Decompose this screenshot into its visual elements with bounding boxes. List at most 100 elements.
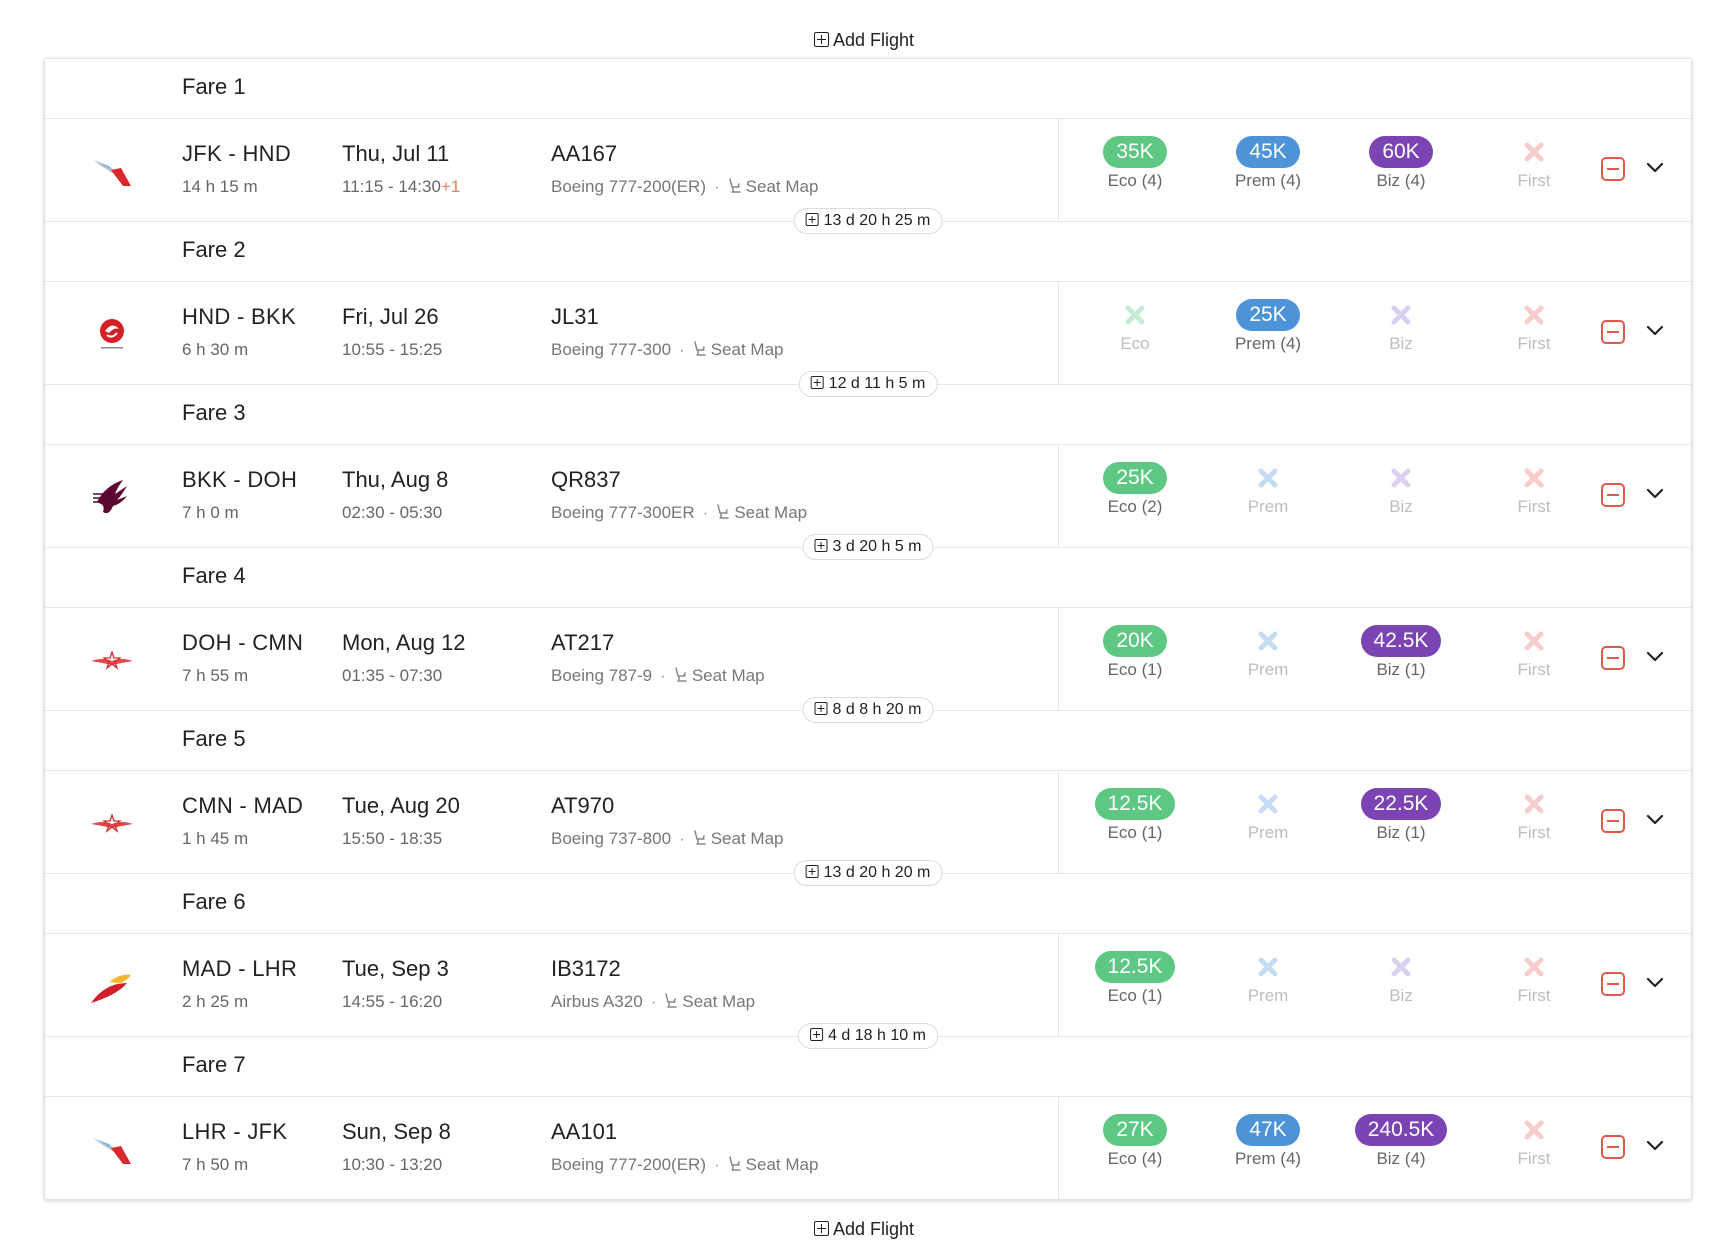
cabin-first: First — [1474, 788, 1594, 843]
separator-dot: · — [650, 992, 657, 1011]
price-pill[interactable]: 22.5K — [1360, 788, 1442, 820]
chevron-down-icon[interactable] — [1646, 324, 1664, 338]
layover-gap-button[interactable]: 13 d 20 h 20 m — [793, 860, 943, 886]
seat-icon — [674, 667, 688, 688]
unavailable-x-icon — [1474, 788, 1594, 820]
cabin-eco[interactable]: 25K Eco (2) — [1075, 462, 1195, 517]
chevron-down-icon[interactable] — [1646, 976, 1664, 990]
cabin-biz[interactable]: 60K Biz (4) — [1341, 136, 1461, 191]
seat-map-link[interactable]: Seat Map — [728, 1155, 819, 1174]
price-pill[interactable]: 27K — [1103, 1114, 1167, 1146]
price-pill[interactable]: 35K — [1103, 136, 1167, 168]
flight-number: AA167 — [551, 141, 618, 166]
price-pill[interactable]: 240.5K — [1354, 1114, 1448, 1146]
seat-icon — [664, 993, 678, 1014]
cabin-first: First — [1474, 951, 1594, 1006]
unavailable-x-icon — [1474, 1114, 1594, 1146]
cabin-eco[interactable]: 27K Eco (4) — [1075, 1114, 1195, 1169]
column-divider — [1058, 445, 1059, 547]
separator-dot: · — [713, 177, 720, 196]
chevron-down-icon[interactable] — [1646, 487, 1664, 501]
seat-map-link[interactable]: Seat Map — [728, 177, 818, 196]
price-pill[interactable]: 60K — [1369, 136, 1433, 168]
cabin-label: Prem — [1247, 823, 1289, 842]
flight-date: Thu, Jul 11 — [342, 141, 450, 166]
layover-gap-button[interactable]: 8 d 8 h 20 m — [802, 697, 934, 723]
price-pill[interactable]: 42.5K — [1360, 625, 1442, 657]
column-divider — [1058, 1097, 1059, 1199]
flight-times: 10:30 - 13:20 — [342, 1155, 442, 1175]
price-pill[interactable]: 45K — [1236, 136, 1300, 168]
price-pill[interactable]: 47K — [1236, 1114, 1300, 1146]
add-flight-top-button[interactable]: Add Flight — [0, 30, 1728, 51]
remove-flight-button[interactable] — [1601, 972, 1625, 996]
layover-gap-button[interactable]: 13 d 20 h 25 m — [793, 208, 943, 234]
cabin-eco[interactable]: 35K Eco (4) — [1075, 136, 1195, 191]
flight-date: Sun, Sep 8 — [342, 1119, 451, 1144]
cabin-label: Eco (1) — [1107, 660, 1163, 679]
seat-icon — [693, 830, 707, 851]
fare-label: Fare 6 — [182, 889, 246, 914]
price-pill[interactable]: 25K — [1236, 299, 1300, 331]
column-divider — [1058, 934, 1059, 1036]
chevron-down-icon[interactable] — [1646, 650, 1664, 664]
remove-flight-button[interactable] — [1601, 157, 1625, 181]
cabin-label: Prem — [1247, 986, 1289, 1005]
seat-map-label: Seat Map — [745, 1155, 819, 1174]
remove-flight-button[interactable] — [1601, 483, 1625, 507]
remove-flight-button[interactable] — [1601, 1135, 1625, 1159]
remove-flight-button[interactable] — [1601, 809, 1625, 833]
separator-dot: · — [679, 340, 685, 359]
cabin-eco[interactable]: 12.5K Eco (1) — [1075, 788, 1195, 843]
cabin-first: First — [1474, 625, 1594, 680]
layover-gap-button[interactable]: 4 d 18 h 10 m — [798, 1023, 938, 1049]
layover-gap-label: 12 d 11 h 5 m — [828, 375, 926, 392]
cabin-biz: Biz — [1341, 462, 1461, 517]
qatar-airways-logo — [87, 472, 137, 522]
aircraft-info: Boeing 737-800 · Seat Map — [551, 829, 783, 851]
cabin-biz[interactable]: 240.5K Biz (4) — [1341, 1114, 1461, 1169]
cabin-eco: Eco — [1075, 299, 1195, 354]
cabin-label: Biz — [1389, 497, 1413, 516]
cabin-label: Eco (4) — [1107, 171, 1163, 190]
aircraft-type: Boeing 737-800 — [551, 829, 672, 848]
seat-icon — [716, 504, 730, 525]
cabin-label: Biz — [1389, 986, 1413, 1005]
layover-gap-label: 3 d 20 h 5 m — [832, 538, 922, 555]
seat-map-link[interactable]: Seat Map — [674, 666, 765, 685]
layover-gap-label: 13 d 20 h 25 m — [823, 212, 931, 229]
departure-arrival-times: 10:30 - 13:20 — [342, 1155, 443, 1174]
price-pill[interactable]: 12.5K — [1094, 951, 1176, 983]
seat-map-link[interactable]: Seat Map — [664, 992, 755, 1011]
cabin-prem[interactable]: 47K Prem (4) — [1208, 1114, 1328, 1169]
price-pill[interactable]: 20K — [1103, 625, 1167, 657]
seat-map-link[interactable]: Seat Map — [716, 503, 807, 522]
departure-arrival-times: 02:30 - 05:30 — [342, 503, 443, 522]
cabin-eco[interactable]: 12.5K Eco (1) — [1075, 951, 1195, 1006]
chevron-down-icon[interactable] — [1646, 813, 1664, 827]
fare-label: Fare 4 — [182, 563, 246, 588]
cabin-eco[interactable]: 20K Eco (1) — [1075, 625, 1195, 680]
route: DOH - CMN — [182, 630, 304, 655]
flight-duration: 1 h 45 m — [182, 829, 249, 848]
price-pill[interactable]: 25K — [1103, 462, 1167, 494]
fare-label: Fare 3 — [182, 400, 246, 425]
price-pill[interactable]: 12.5K — [1094, 788, 1176, 820]
cabin-prem[interactable]: 45K Prem (4) — [1208, 136, 1328, 191]
seat-map-link[interactable]: Seat Map — [693, 340, 783, 359]
fare-label: Fare 2 — [182, 237, 246, 262]
remove-flight-button[interactable] — [1601, 646, 1625, 670]
cabin-label: First — [1517, 497, 1551, 516]
layover-gap-button[interactable]: 3 d 20 h 5 m — [802, 534, 934, 560]
cabin-label: Biz (1) — [1376, 660, 1426, 679]
cabin-prem[interactable]: 25K Prem (4) — [1208, 299, 1328, 354]
chevron-down-icon[interactable] — [1646, 1139, 1664, 1153]
departure-arrival-times: 11:15 - 14:30 — [342, 177, 441, 196]
layover-gap-button[interactable]: 12 d 11 h 5 m — [798, 371, 938, 397]
seat-map-link[interactable]: Seat Map — [693, 829, 783, 851]
chevron-down-icon[interactable] — [1646, 161, 1664, 175]
cabin-biz[interactable]: 42.5K Biz (1) — [1341, 625, 1461, 680]
remove-flight-button[interactable] — [1601, 320, 1625, 344]
cabin-biz[interactable]: 22.5K Biz (1) — [1341, 788, 1461, 843]
add-flight-bottom-button[interactable]: Add Flight — [0, 1219, 1728, 1240]
